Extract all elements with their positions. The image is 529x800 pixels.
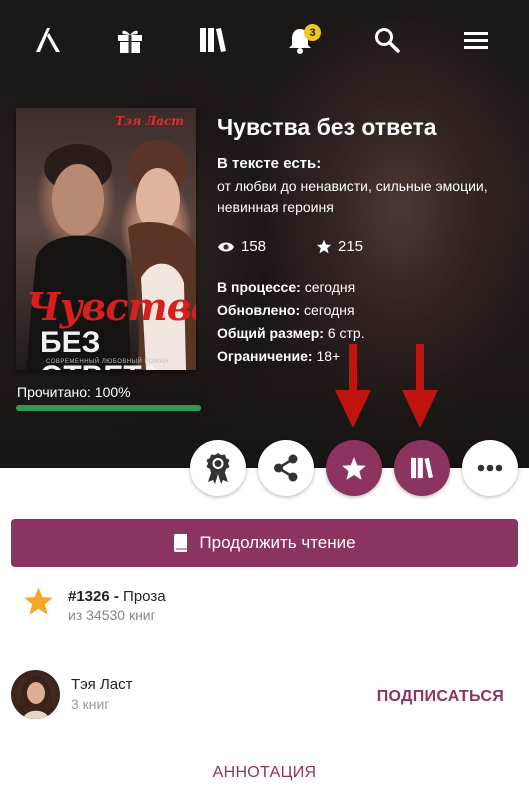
litnet-logo[interactable] bbox=[28, 20, 68, 60]
author-books-count: 3 книг bbox=[71, 696, 110, 712]
tags-list[interactable]: от любви до ненависти, сильные эмоции, н… bbox=[217, 176, 522, 218]
author-name[interactable]: Тэя Ласт bbox=[71, 676, 133, 693]
gift-icon bbox=[118, 30, 142, 53]
award-button[interactable] bbox=[190, 440, 246, 496]
arrow-down-icon bbox=[402, 344, 438, 428]
rank-position: #1326 - bbox=[68, 588, 119, 605]
read-progress-label: Прочитано: 100% bbox=[17, 384, 131, 400]
notifications-button[interactable]: 3 bbox=[280, 20, 321, 60]
gift-button[interactable] bbox=[110, 20, 150, 60]
book-cover[interactable]: Тэя Ласт Чувства БЕЗ ОТВЕТА СОВРЕМЕННЫЙ … bbox=[16, 108, 196, 370]
search-button[interactable] bbox=[367, 20, 407, 60]
share-button[interactable] bbox=[258, 440, 314, 496]
library-icon bbox=[411, 457, 433, 479]
star-icon bbox=[316, 239, 332, 254]
menu-icon bbox=[464, 32, 488, 49]
read-progress-bar bbox=[16, 405, 201, 411]
size-row: Общий размер: 6 стр. bbox=[217, 325, 365, 341]
top-nav: 3 bbox=[0, 0, 529, 80]
likes-count: 215 bbox=[338, 238, 364, 255]
search-icon bbox=[375, 28, 400, 53]
updated-value: сегодня bbox=[304, 302, 355, 318]
share-icon bbox=[274, 454, 298, 482]
library-icon bbox=[200, 28, 226, 52]
restriction-label: Ограничение: bbox=[217, 348, 313, 364]
status-row: В процессе: сегодня bbox=[217, 279, 355, 295]
annotation-tab[interactable]: АННОТАЦИЯ bbox=[0, 764, 529, 782]
views-count: 158 bbox=[241, 238, 267, 255]
library-button[interactable] bbox=[193, 20, 233, 60]
updated-row: Обновлено: сегодня bbox=[217, 302, 355, 318]
cover-author: Тэя Ласт bbox=[115, 114, 184, 128]
rank-genre: Проза bbox=[123, 588, 166, 605]
likes-stat: 215 bbox=[316, 238, 363, 255]
updated-label: Обновлено: bbox=[217, 302, 301, 318]
arrow-down-icon bbox=[335, 344, 371, 428]
cover-title-line1: Чувства bbox=[26, 284, 196, 329]
more-icon bbox=[477, 464, 503, 472]
read-progress-fill bbox=[16, 405, 201, 411]
eye-icon bbox=[218, 242, 234, 251]
rank-total: из 34530 книг bbox=[68, 607, 156, 623]
star-icon bbox=[342, 456, 366, 480]
continue-reading-label: Продолжить чтение bbox=[199, 533, 356, 552]
avatar-image bbox=[19, 676, 53, 719]
size-label: Общий размер: bbox=[217, 325, 324, 341]
book-title: Чувства без ответа bbox=[217, 114, 437, 140]
like-button[interactable] bbox=[326, 440, 382, 496]
rank-line[interactable]: #1326 - Проза bbox=[68, 588, 166, 605]
cover-subtitle: СОВРЕМЕННЫЙ ЛЮБОВНЫЙ РОМАН bbox=[46, 359, 169, 365]
add-to-library-button[interactable] bbox=[394, 440, 450, 496]
status-label: В процессе: bbox=[217, 279, 301, 295]
award-icon bbox=[206, 453, 230, 484]
tags-heading: В тексте есть: bbox=[217, 155, 322, 172]
restriction-row: Ограничение: 18+ bbox=[217, 348, 340, 364]
menu-button[interactable] bbox=[456, 20, 496, 60]
rank-star-icon bbox=[24, 587, 53, 615]
notification-badge: 3 bbox=[304, 24, 321, 41]
subscribe-button[interactable]: ПОДПИСАТЬСЯ bbox=[377, 688, 504, 706]
continue-reading-button[interactable]: Продолжить чтение bbox=[11, 519, 518, 567]
more-button[interactable] bbox=[462, 440, 518, 496]
author-avatar[interactable] bbox=[11, 670, 60, 719]
size-value: 6 стр. bbox=[327, 325, 365, 341]
book-icon bbox=[174, 534, 188, 552]
logo-icon bbox=[36, 28, 60, 52]
status-value: сегодня bbox=[304, 279, 356, 295]
views-stat: 158 bbox=[217, 238, 266, 255]
